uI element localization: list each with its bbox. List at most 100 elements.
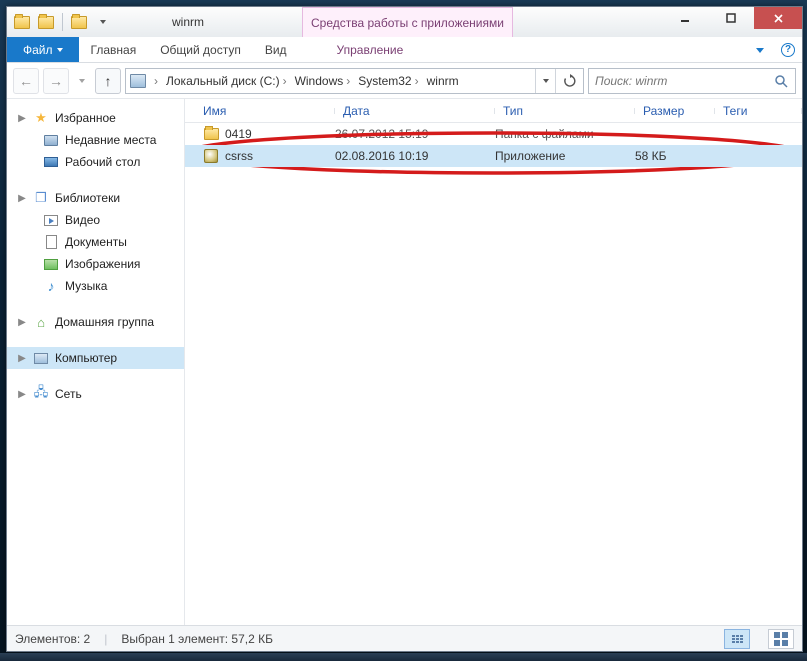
title-bar[interactable]: winrm Средства работы с приложениями (7, 7, 802, 37)
navigation-pane[interactable]: ▶ ★ Избранное ▶ Недавние места ▶ Рабочий… (7, 99, 185, 625)
file-name: 0419 (225, 127, 252, 141)
chevron-right-icon: › (346, 74, 350, 88)
tree-caret-icon[interactable]: ▶ (17, 113, 27, 124)
libraries-icon: ❐ (33, 190, 49, 206)
column-size[interactable]: Размер (635, 104, 715, 118)
sidebar-item-music[interactable]: ▶ ♪ Музыка (7, 275, 184, 297)
status-count: Элементов: 2 (15, 632, 90, 646)
sidebar-label: Библиотеки (55, 191, 120, 205)
folder-icon (204, 128, 219, 140)
folder-icon (14, 16, 30, 29)
qat-properties[interactable] (35, 11, 57, 33)
sidebar-item-recent[interactable]: ▶ Недавние места (7, 129, 184, 151)
window-controls (662, 7, 802, 29)
large-icons-view-icon (774, 632, 788, 646)
sidebar-favorites: ▶ ★ Избранное ▶ Недавние места ▶ Рабочий… (7, 107, 184, 173)
arrow-right-icon: → (49, 74, 63, 88)
view-large-icons-button[interactable] (768, 629, 794, 649)
homegroup-icon: ⌂ (33, 314, 49, 330)
search-input[interactable] (589, 74, 767, 88)
caret-down-icon (100, 20, 106, 24)
sidebar-item-homegroup[interactable]: ▶ ⌂ Домашняя группа (7, 311, 184, 333)
crumb-root-arrow[interactable]: › (150, 74, 162, 88)
pictures-icon (44, 259, 58, 270)
document-icon (46, 235, 57, 249)
contextual-tab-header: Средства работы с приложениями (302, 7, 513, 37)
refresh-icon (563, 74, 577, 88)
back-button[interactable]: ← (13, 68, 39, 94)
sidebar-item-computer[interactable]: ▶ Компьютер (7, 347, 184, 369)
sidebar-item-favorites[interactable]: ▶ ★ Избранное (7, 107, 184, 129)
caret-down-icon (756, 48, 764, 53)
address-dropdown[interactable] (535, 69, 555, 93)
search-button[interactable] (767, 74, 795, 88)
crumb-system32[interactable]: System32› (354, 74, 422, 88)
arrow-up-icon: ↑ (105, 74, 112, 88)
search-box[interactable] (588, 68, 796, 94)
tree-caret-icon[interactable]: ▶ (17, 193, 27, 204)
crumb-windows[interactable]: Windows› (291, 74, 355, 88)
tab-view[interactable]: Вид (253, 37, 299, 62)
sidebar-item-libraries[interactable]: ▶ ❐ Библиотеки (7, 187, 184, 209)
sidebar-label: Документы (65, 235, 127, 249)
up-button[interactable]: ↑ (95, 68, 121, 94)
sidebar-item-desktop[interactable]: ▶ Рабочий стол (7, 151, 184, 173)
status-bar: Элементов: 2 | Выбран 1 элемент: 57,2 КБ (7, 625, 802, 651)
history-dropdown[interactable] (73, 68, 91, 94)
file-list-pane[interactable]: Имя Дата Тип Размер Теги 0419 26.07.2012… (185, 99, 802, 625)
sidebar-label: Сеть (55, 387, 82, 401)
help-icon: ? (781, 43, 795, 57)
view-details-button[interactable] (724, 629, 750, 649)
sidebar-label: Компьютер (55, 351, 117, 365)
desktop-icon (44, 157, 58, 167)
close-button[interactable] (754, 7, 802, 29)
minimize-button[interactable] (662, 7, 708, 29)
chevron-right-icon: › (415, 74, 419, 88)
column-name[interactable]: Имя (185, 104, 335, 118)
tree-caret-icon[interactable]: ▶ (17, 317, 27, 328)
help-button[interactable]: ? (774, 37, 802, 63)
file-tab[interactable]: Файл (7, 37, 79, 62)
sidebar-item-documents[interactable]: ▶ Документы (7, 231, 184, 253)
qat-dropdown[interactable] (92, 11, 114, 33)
column-type[interactable]: Тип (495, 104, 635, 118)
qat-newfolder[interactable] (68, 11, 90, 33)
column-tags[interactable]: Теги (715, 104, 802, 118)
sidebar-label: Видео (65, 213, 100, 227)
folder-icon (71, 16, 87, 29)
maximize-button[interactable] (708, 7, 754, 29)
tree-caret-icon[interactable]: ▶ (17, 353, 27, 364)
video-icon (44, 215, 58, 226)
sidebar-item-pictures[interactable]: ▶ Изображения (7, 253, 184, 275)
sidebar-network-group: ▶ 🖧 Сеть (7, 383, 184, 405)
tab-manage[interactable]: Управление (325, 37, 416, 62)
crumb-winrm[interactable]: winrm (423, 74, 463, 88)
file-row-csrss[interactable]: csrss 02.08.2016 10:19 Приложение 58 КБ (185, 145, 802, 167)
column-date[interactable]: Дата (335, 104, 495, 118)
star-icon: ★ (33, 110, 49, 126)
caret-down-icon (79, 79, 85, 83)
chevron-right-icon: › (154, 74, 158, 88)
crumb-label: Windows (295, 74, 344, 88)
tab-home[interactable]: Главная (79, 37, 149, 62)
tab-share[interactable]: Общий доступ (148, 37, 253, 62)
chevron-right-icon: › (283, 74, 287, 88)
sidebar-item-videos[interactable]: ▶ Видео (7, 209, 184, 231)
sidebar-item-network[interactable]: ▶ 🖧 Сеть (7, 383, 184, 405)
expand-ribbon-button[interactable] (746, 37, 774, 63)
address-bar[interactable]: › Локальный диск (C:)› Windows› System32… (125, 68, 584, 94)
tree-caret-icon[interactable]: ▶ (17, 389, 27, 400)
refresh-button[interactable] (555, 69, 583, 93)
arrow-left-icon: ← (19, 74, 33, 88)
forward-button[interactable]: → (43, 68, 69, 94)
folder-icon (38, 16, 54, 29)
crumb-drive[interactable]: Локальный диск (C:)› (162, 74, 291, 88)
sidebar-label: Рабочий стол (65, 155, 140, 169)
network-icon: 🖧 (33, 386, 49, 402)
desktop-background: winrm Средства работы с приложениями Фай… (0, 0, 807, 661)
window-icon[interactable] (11, 11, 33, 33)
file-rows: 0419 26.07.2012 15:19 Папка с файлами cs… (185, 123, 802, 167)
file-row-folder[interactable]: 0419 26.07.2012 15:19 Папка с файлами (185, 123, 802, 145)
caret-down-icon (543, 79, 549, 83)
taskbar[interactable] (0, 653, 807, 661)
